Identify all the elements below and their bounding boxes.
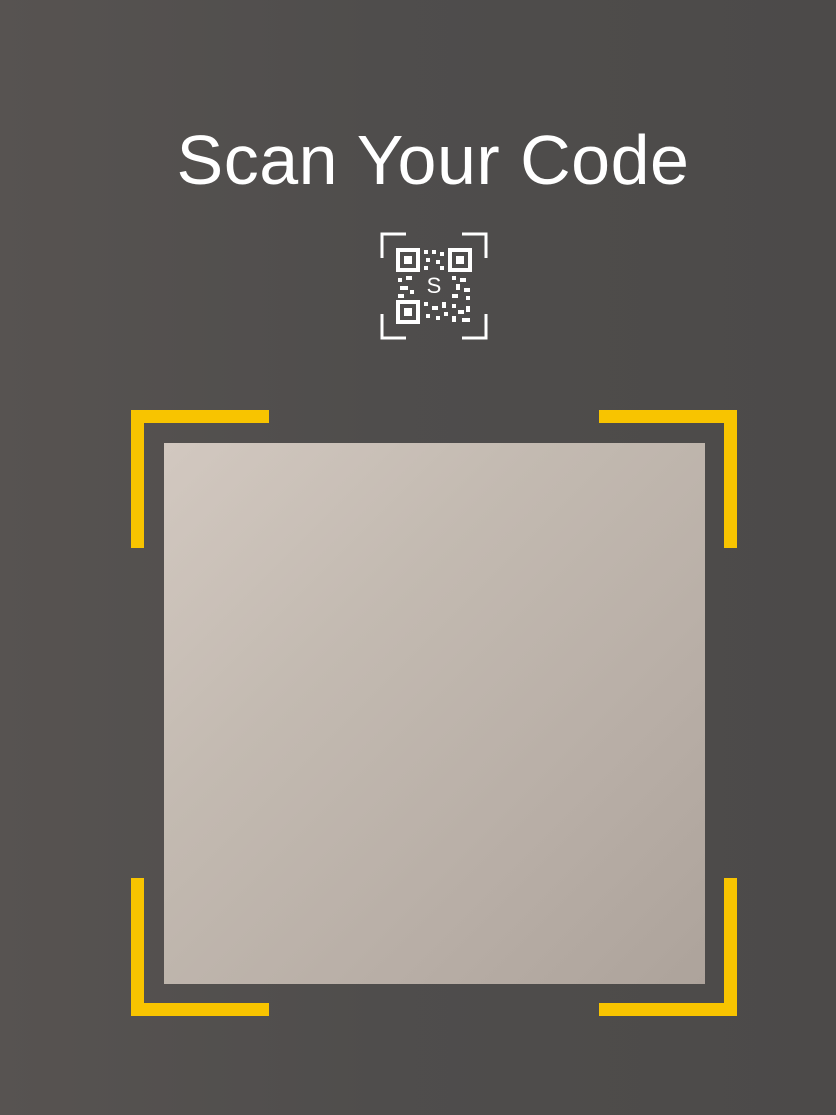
viewfinder-corner-top-right [599, 410, 737, 548]
page-title: Scan Your Code [176, 121, 690, 199]
viewfinder-corner-top-left [131, 410, 269, 548]
scanner-viewfinder [131, 410, 737, 1016]
qr-code-scan-icon: S [380, 232, 488, 340]
qr-icon-letter: S [427, 273, 442, 298]
viewfinder-corner-bottom-left [131, 878, 269, 1016]
viewfinder-corner-bottom-right [599, 878, 737, 1016]
